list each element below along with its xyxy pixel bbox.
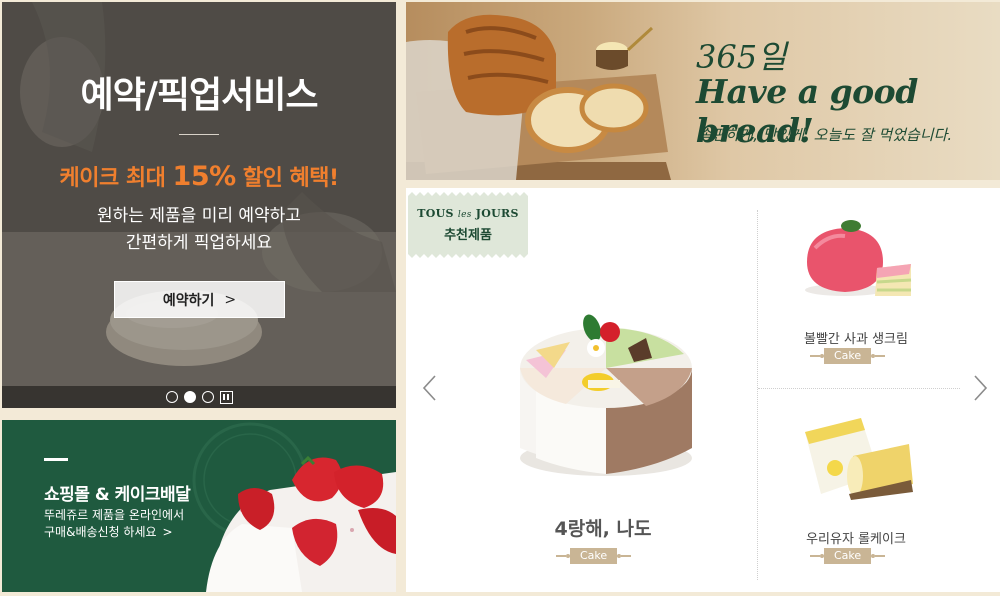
reserve-button[interactable]: 예약하기 >	[114, 281, 285, 318]
mall-title: 쇼핑몰 & 케이크배달	[44, 485, 191, 505]
side-product-1-tag-label: Cake	[824, 348, 872, 364]
chevron-right-icon[interactable]	[970, 374, 990, 402]
column-divider	[757, 210, 758, 580]
recommended-products-panel: TOUS les JOURS 추천제품 4랑해, 나도 Cake 볼빨간 사과 …	[406, 188, 1000, 592]
mall-desc-line2: 구매&배송신청 하세요 >	[44, 523, 173, 540]
title-dash	[44, 458, 68, 461]
hero-desc-line1: 원하는 제품을 미리 예약하고	[97, 206, 301, 226]
tag-right-cap	[871, 554, 886, 558]
badge-brand-part3: JOURS	[471, 207, 519, 220]
main-product-image[interactable]	[506, 298, 706, 498]
tag-left-cap	[810, 354, 824, 358]
promo-suffix: 할인 혜택!	[235, 166, 339, 191]
mall-desc-line2-text: 구매&배송신청 하세요	[44, 525, 157, 539]
apple-cream-cake-image[interactable]	[801, 218, 915, 300]
hero-promo: 케이크 최대 15% 할인 혜택!	[2, 160, 396, 192]
slide-pager	[2, 386, 396, 408]
side-product-1-tag: Cake	[810, 348, 886, 364]
yuzu-roll-cake-image[interactable]	[799, 414, 915, 500]
side-product-2-tag: Cake	[810, 548, 886, 564]
side-product-1-name[interactable]: 볼빨간 사과 생크림	[786, 328, 926, 347]
badge-brand-part2: les	[457, 210, 472, 220]
badge-edge-bottom	[408, 254, 528, 258]
slide-dot-1[interactable]	[165, 391, 178, 403]
row-divider	[758, 388, 960, 389]
badge-brand: TOUS les JOURS	[408, 207, 528, 220]
promo-discount: 15%	[172, 161, 237, 192]
recommend-badge: TOUS les JOURS 추천제품	[408, 196, 528, 254]
pause-icon[interactable]	[219, 390, 233, 404]
chevron-right-icon: >	[162, 525, 173, 539]
hero-desc-line2: 간편하게 픽업하세요	[125, 233, 273, 253]
tag-right-cap	[871, 354, 886, 358]
good-bread-banner[interactable]: 365일 Have a good bread! 속편하게, 맛있게, 오늘도 잘…	[406, 2, 1000, 180]
bread-subtitle: 속편하게, 맛있게, 오늘도 잘 먹었습니다.	[698, 126, 953, 144]
main-product-tag: Cake	[556, 548, 632, 564]
side-product-2-tag-label: Cake	[824, 548, 872, 564]
bread-image	[406, 14, 671, 180]
promo-prefix: 케이크 최대	[59, 166, 173, 191]
badge-brand-part1: TOUS	[417, 207, 458, 220]
slide-dot-2[interactable]	[183, 391, 196, 403]
page: 예약/픽업서비스 케이크 최대 15% 할인 혜택! 원하는 제품을 미리 예약…	[0, 0, 1000, 596]
hero-title: 예약/픽업서비스	[80, 75, 319, 116]
tag-right-cap	[617, 554, 632, 558]
tag-left-cap	[556, 554, 570, 558]
main-product-tag-label: Cake	[570, 548, 618, 564]
slide-dot-3[interactable]	[201, 391, 214, 403]
main-product-name[interactable]: 4랑해, 나도	[526, 514, 680, 541]
pickup-service-banner[interactable]: 예약/픽업서비스 케이크 최대 15% 할인 혜택! 원하는 제품을 미리 예약…	[2, 2, 396, 408]
reserve-button-label: 예약하기	[162, 292, 215, 309]
tag-left-cap	[810, 554, 824, 558]
chevron-left-icon[interactable]	[420, 374, 440, 402]
badge-edge-top	[408, 192, 528, 196]
mall-desc-line1: 뚜레쥬르 제품을 온라인에서	[44, 508, 185, 522]
side-product-2-name[interactable]: 우리유자 롤케이크	[786, 528, 926, 547]
title-divider	[179, 134, 219, 135]
chevron-right-icon: >	[224, 291, 237, 308]
badge-label: 추천제품	[444, 228, 492, 243]
shopping-mall-banner[interactable]: 쇼핑몰 & 케이크배달 뚜레쥬르 제품을 온라인에서 구매&배송신청 하세요 >	[2, 420, 396, 592]
